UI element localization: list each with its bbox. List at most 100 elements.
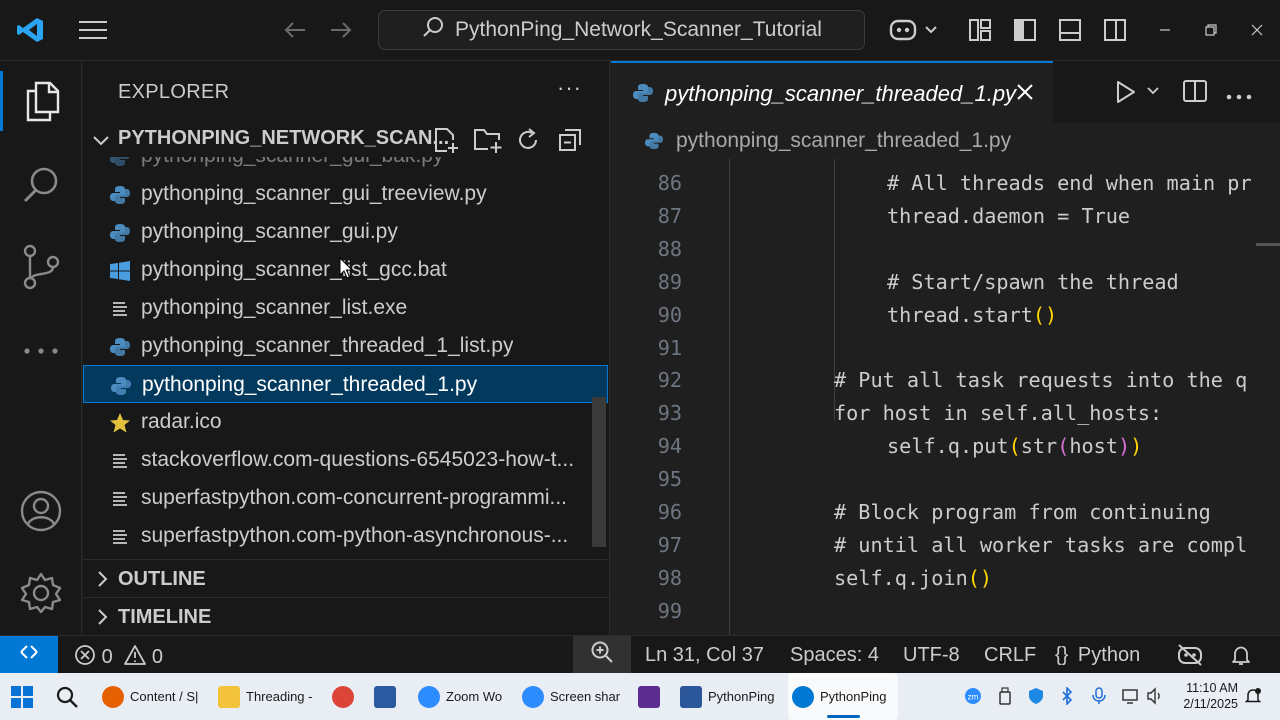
restore-icon[interactable] xyxy=(1196,14,1226,46)
file-item[interactable]: pythonping_scanner_threaded_1_list.py xyxy=(83,327,608,365)
run-icon[interactable] xyxy=(1113,79,1137,110)
file-item[interactable]: superfastpython.com-concurrent-programmi… xyxy=(83,479,608,517)
usb-tray-icon[interactable] xyxy=(998,687,1012,708)
file-item[interactable]: superfastpython.com-python-asynchronous-… xyxy=(83,517,608,555)
file-item[interactable]: pythonping_scanner_gui.py xyxy=(83,213,608,251)
bluetooth-tray-icon[interactable] xyxy=(1060,686,1074,708)
code-line: 89 # Start/spawn the thread xyxy=(611,266,1280,299)
close-icon[interactable] xyxy=(1242,14,1272,46)
copilot-icon[interactable] xyxy=(884,12,944,48)
end-of-line[interactable]: CRLF xyxy=(984,644,1036,667)
forward-arrow-icon[interactable] xyxy=(324,14,358,46)
line-number: 96 xyxy=(657,500,682,524)
zoom-indicator[interactable] xyxy=(573,636,631,674)
accounts-icon[interactable] xyxy=(0,481,82,541)
file-item[interactable]: pythonping_scanner_gui_treeview.py xyxy=(83,175,608,213)
tab-close-icon[interactable] xyxy=(1015,82,1035,107)
back-arrow-icon[interactable] xyxy=(278,14,312,46)
code-line: 87 thread.daemon = True xyxy=(611,200,1280,233)
language-mode[interactable]: {} Python xyxy=(1055,644,1140,667)
file-item[interactable]: radar.ico xyxy=(83,403,608,441)
menu-icon[interactable] xyxy=(73,14,113,46)
taskbar-app[interactable]: PythonPing xyxy=(676,673,776,720)
refresh-icon[interactable] xyxy=(511,123,545,157)
source-control-icon[interactable] xyxy=(0,237,82,297)
command-center-search[interactable]: PythonPing_Network_Scanner_Tutorial xyxy=(378,10,865,50)
toggle-sidebar-icon[interactable] xyxy=(1008,14,1042,46)
settings-gear-icon[interactable] xyxy=(0,563,82,623)
toggle-panel-icon[interactable] xyxy=(1053,14,1087,46)
minimize-icon[interactable] xyxy=(1150,14,1180,46)
zoom-icon xyxy=(418,685,440,708)
file-name: pythonping_scanner_gui.py xyxy=(141,220,398,243)
network-tray-icon[interactable] xyxy=(1122,687,1142,708)
tab-active-file[interactable]: pythonping_scanner_threaded_1.py xyxy=(611,61,1053,122)
tray-clock[interactable]: 11:10 AM 2/11/2025 xyxy=(1176,680,1238,712)
notification-center-icon[interactable] xyxy=(1244,687,1262,708)
activity-bar xyxy=(0,61,82,635)
taskbar-app[interactable] xyxy=(328,673,358,720)
copilot-disabled-icon[interactable] xyxy=(1176,643,1204,673)
svg-text:zm: zm xyxy=(968,693,979,702)
problems-indicator[interactable]: 0 0 xyxy=(74,644,163,672)
taskbar-app[interactable]: Content / S| xyxy=(98,673,198,720)
file-item[interactable]: stackoverflow.com-questions-6545023-how-… xyxy=(83,441,608,479)
code-line: 86 # All threads end when main pr xyxy=(611,167,1280,200)
timeline-section[interactable]: TIMELINE xyxy=(83,597,609,635)
outline-section[interactable]: OUTLINE xyxy=(83,559,609,597)
bracket: ( xyxy=(1057,434,1070,459)
search-icon[interactable] xyxy=(0,155,82,215)
python-file-icon xyxy=(109,184,131,206)
volume-tray-icon[interactable] xyxy=(1146,687,1164,708)
file-item-selected[interactable]: pythonping_scanner_threaded_1.py xyxy=(83,365,608,403)
code-text: # Block program from continuing xyxy=(834,500,1211,524)
defender-tray-icon[interactable] xyxy=(1028,687,1044,708)
cursor-position[interactable]: Ln 31, Col 37 xyxy=(645,644,764,667)
taskbar-app[interactable]: Threading - xyxy=(214,673,314,720)
windows-start-icon[interactable] xyxy=(10,685,34,712)
code-editor[interactable]: 86 # All threads end when main pr 87 thread… xyxy=(611,167,1280,635)
new-folder-icon[interactable] xyxy=(471,123,505,157)
taskbar-app[interactable]: Screen shar xyxy=(518,673,620,720)
explorer-more-actions[interactable]: ··· xyxy=(557,75,582,101)
python-file-icon xyxy=(110,375,132,397)
new-file-icon[interactable] xyxy=(429,123,463,157)
file-item[interactable]: pythonping_scanner_gui_bak.py xyxy=(83,157,608,175)
code-line: 96 # Block program from continuing xyxy=(611,496,1280,529)
taskbar-app-label: Zoom Wo xyxy=(446,689,503,704)
taskbar-search-icon[interactable] xyxy=(55,685,79,712)
line-number: 92 xyxy=(657,368,682,393)
code-line: 97 # until all worker tasks are compl xyxy=(611,529,1280,562)
title-bar: PythonPing_Network_Scanner_Tutorial xyxy=(0,0,1280,61)
notifications-bell-icon[interactable] xyxy=(1230,644,1252,672)
taskbar-app[interactable] xyxy=(370,673,400,720)
folder-header[interactable]: PYTHONPING_NETWORK_SCAN... xyxy=(83,123,609,157)
microphone-tray-icon[interactable] xyxy=(1092,687,1106,708)
toggle-secondary-sidebar-icon[interactable] xyxy=(1098,14,1132,46)
line-number: 87 xyxy=(657,203,682,228)
file-item[interactable]: pythonping_scanner_list.exe xyxy=(83,289,608,327)
encoding[interactable]: UTF-8 xyxy=(903,644,960,667)
collapse-all-icon[interactable] xyxy=(553,123,587,157)
taskbar-app[interactable]: PythonPing xyxy=(788,673,898,720)
code-text: # Put all task requests into the q xyxy=(834,368,1248,393)
bracket: ( xyxy=(1032,302,1046,327)
editor-more-icon[interactable] xyxy=(1226,87,1252,105)
taskbar-app[interactable]: Zoom Wo xyxy=(414,673,508,720)
breadcrumb[interactable]: pythonping_scanner_threaded_1.py xyxy=(611,123,1280,159)
split-editor-icon[interactable] xyxy=(1182,78,1208,109)
more-icon[interactable] xyxy=(0,321,82,381)
vscode-logo-icon xyxy=(10,12,50,48)
zoom-tray-icon[interactable]: zm xyxy=(964,687,982,708)
taskbar-app[interactable] xyxy=(634,673,664,720)
remote-indicator[interactable] xyxy=(0,636,58,674)
explorer-icon[interactable] xyxy=(0,71,82,131)
layout-icon[interactable] xyxy=(963,14,997,46)
file-name: pythonping_scanner_gui_bak.py xyxy=(141,157,443,168)
sidebar-scrollbar[interactable] xyxy=(592,397,606,547)
python-file-icon xyxy=(109,157,131,168)
indentation[interactable]: Spaces: 4 xyxy=(790,644,879,667)
code-text: # Start/spawn the thread xyxy=(887,269,1179,294)
run-dropdown-chevron-icon[interactable] xyxy=(1145,83,1161,104)
error-icon xyxy=(74,644,96,672)
